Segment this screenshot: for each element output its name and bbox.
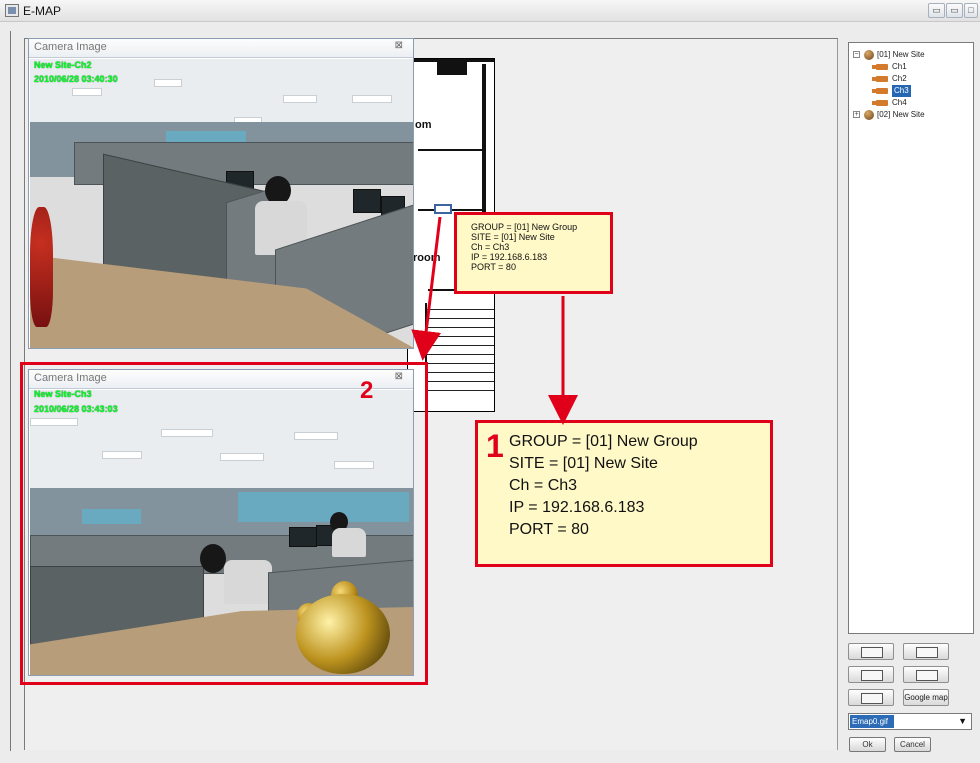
camera-feed-ch3: New Site-Ch3 2010/06/28 03:43:03 bbox=[30, 390, 413, 675]
camera-overlay-time: 2010/06/28 03:40:30 bbox=[34, 74, 118, 84]
stairs bbox=[425, 303, 494, 411]
add-map-button[interactable] bbox=[848, 643, 894, 660]
title-bar: E-MAP ▭ ▭ □ bbox=[0, 0, 980, 22]
site-tree-panel[interactable]: − [01] New Site Ch1 Ch2 Ch3 Ch4 + [02] N… bbox=[848, 42, 974, 634]
close-button[interactable]: □ bbox=[964, 3, 978, 18]
edit-map-button[interactable] bbox=[848, 666, 894, 683]
site-icon bbox=[864, 110, 874, 120]
tooltip-line-channel: Ch = Ch3 bbox=[471, 242, 510, 252]
tree-site-label: [02] New Site bbox=[877, 110, 925, 119]
map-grid-button[interactable] bbox=[903, 643, 949, 660]
tooltip-line-channel: Ch = Ch3 bbox=[509, 477, 578, 494]
camera-tooltip-large: 1 GROUP = [01] New Group SITE = [01] New… bbox=[475, 420, 773, 567]
camera-channel-icon bbox=[872, 64, 888, 70]
restore-button[interactable]: ▭ bbox=[946, 3, 963, 18]
camera-map-marker[interactable] bbox=[434, 204, 452, 214]
site-icon bbox=[864, 50, 874, 60]
camera-feed-ch2: New Site-Ch2 2010/06/28 03:40:30 bbox=[30, 59, 413, 348]
google-map-button[interactable]: Google map bbox=[903, 689, 949, 706]
camera-overlay-site: New Site-Ch3 bbox=[34, 390, 92, 399]
window-title: E-MAP bbox=[23, 4, 62, 18]
tree-channel-ch1[interactable]: Ch1 bbox=[872, 61, 962, 73]
map-wall bbox=[418, 149, 486, 151]
ok-button[interactable]: Ok bbox=[849, 737, 886, 752]
map-wall bbox=[437, 59, 467, 75]
camera-channel-icon bbox=[872, 76, 888, 82]
map-room-label: om bbox=[415, 119, 432, 131]
camera-window-close-icon[interactable]: ⊠ bbox=[395, 371, 403, 382]
camera-channel-icon bbox=[872, 88, 888, 94]
tree-expand-icon[interactable]: + bbox=[853, 111, 860, 118]
map-wall bbox=[418, 209, 486, 211]
tooltip-line-group: GROUP = [01] New Group bbox=[509, 433, 698, 450]
left-window-rule bbox=[10, 31, 11, 751]
emap-app-icon bbox=[5, 4, 19, 17]
camera-tooltip-small: GROUP = [01] New Group SITE = [01] New S… bbox=[454, 212, 613, 294]
tooltip-line-group: GROUP = [01] New Group bbox=[471, 222, 578, 232]
camera-window-title: Camera Image bbox=[29, 370, 413, 389]
camera-channel-icon bbox=[872, 100, 888, 106]
tooltip-line-ip: IP = 192.168.6.183 bbox=[471, 252, 548, 262]
tooltip-line-site: SITE = [01] New Site bbox=[471, 232, 555, 242]
camera-window-ch3[interactable]: Camera Image ⊠ New Site-Ch3 2010/06/28 0… bbox=[28, 369, 414, 676]
camera-overlay-site: New Site-Ch2 bbox=[34, 60, 92, 70]
camera-window-ch2[interactable]: Camera Image ⊠ New Site-Ch2 2010/06/28 0… bbox=[28, 38, 414, 349]
emap-window: E-MAP ▭ ▭ □ om room Camera Image ⊠ New S… bbox=[0, 0, 980, 763]
tree-site-label: [01] New Site bbox=[877, 50, 925, 59]
tooltip-callout-number: 1 bbox=[486, 428, 504, 464]
export-map-button[interactable] bbox=[848, 689, 894, 706]
save-map-button[interactable] bbox=[903, 666, 949, 683]
map-room-label: room bbox=[413, 252, 441, 264]
camera-overlay-time: 2010/06/28 03:43:03 bbox=[34, 404, 118, 414]
tree-collapse-icon[interactable]: − bbox=[853, 51, 860, 58]
tree-site-01[interactable]: − [01] New Site bbox=[853, 49, 971, 61]
map-file-value: Emap0.gif bbox=[850, 715, 894, 728]
tooltip-line-port: PORT = 80 bbox=[509, 521, 589, 538]
camera-callout-number: 2 bbox=[360, 377, 374, 404]
map-file-select[interactable]: Emap0.gif ▼ bbox=[848, 713, 972, 730]
tooltip-line-port: PORT = 80 bbox=[471, 262, 516, 272]
cancel-button[interactable]: Cancel bbox=[894, 737, 931, 752]
camera-window-title: Camera Image bbox=[29, 39, 413, 58]
chevron-down-icon[interactable]: ▼ bbox=[958, 716, 967, 726]
tree-site-02[interactable]: + [02] New Site bbox=[853, 109, 971, 121]
tree-channel-ch3[interactable]: Ch3 bbox=[872, 85, 962, 97]
tree-channel-ch4[interactable]: Ch4 bbox=[872, 97, 962, 109]
tooltip-line-ip: IP = 192.168.6.183 bbox=[509, 499, 645, 516]
tooltip-line-site: SITE = [01] New Site bbox=[509, 455, 658, 472]
camera-window-close-icon[interactable]: ⊠ bbox=[395, 40, 403, 51]
minimize-button[interactable]: ▭ bbox=[928, 3, 945, 18]
tree-channel-ch2[interactable]: Ch2 bbox=[872, 73, 962, 85]
